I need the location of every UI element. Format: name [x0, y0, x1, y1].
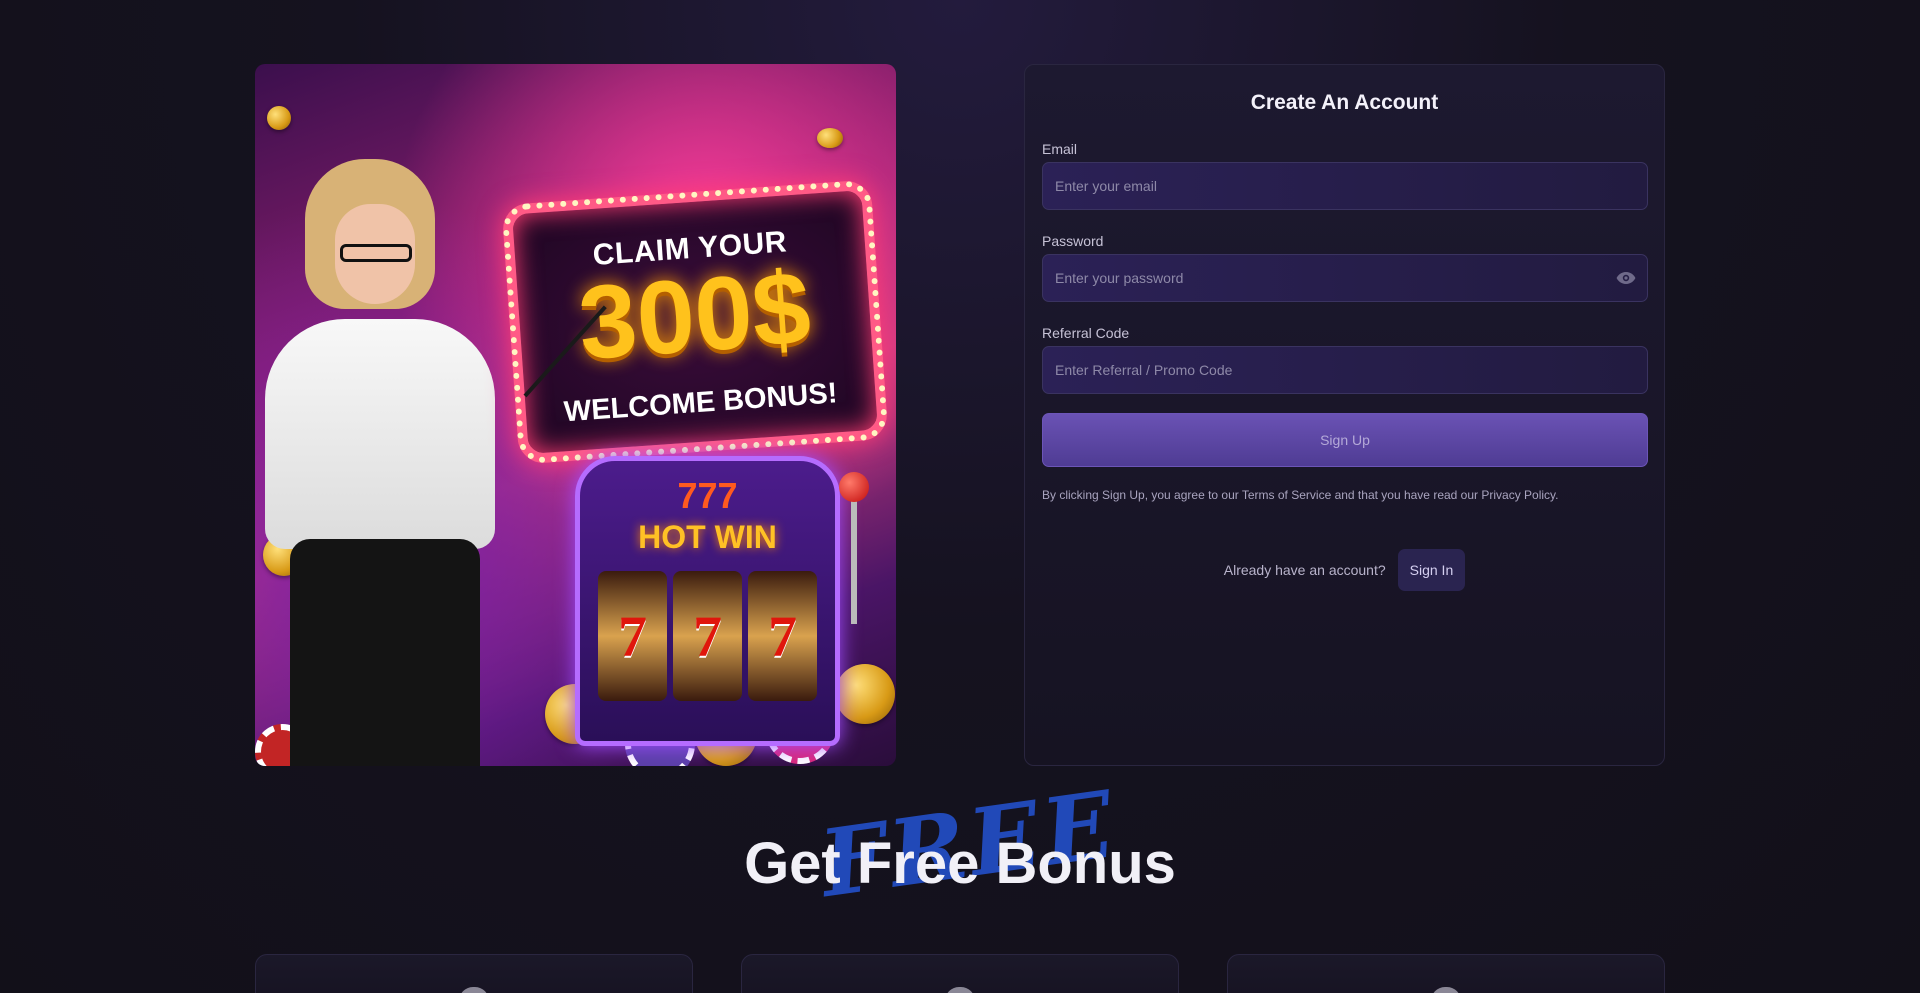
slot-top-label: 777: [677, 475, 738, 516]
password-label: Password: [1042, 233, 1104, 249]
promo-banner: CLAIM YOUR 300$ WELCOME BONUS! 777 HOT W…: [255, 64, 896, 766]
slot-reels: 7 7 7: [598, 571, 817, 701]
signin-button[interactable]: Sign In: [1397, 549, 1466, 591]
page: CLAIM YOUR 300$ WELCOME BONUS! 777 HOT W…: [0, 0, 1920, 993]
bonus-marquee: CLAIM YOUR 300$ WELCOME BONUS!: [501, 179, 889, 465]
signin-row: Already have an account? Sign In: [1025, 549, 1664, 591]
hostess-illustration: [265, 159, 495, 766]
free-bonus-title: Get Free Bonus: [744, 831, 1176, 896]
slot-reel: 7: [673, 571, 742, 701]
coin-decoration: [817, 128, 843, 148]
slot-reel: 7: [748, 571, 817, 701]
glasses-icon: [340, 244, 412, 262]
password-field[interactable]: [1042, 254, 1648, 302]
coin-decoration: [267, 106, 291, 130]
referral-label: Referral Code: [1042, 325, 1130, 341]
have-account-text: Already have an account?: [1223, 562, 1386, 578]
coin-decoration: [835, 664, 895, 724]
signup-button[interactable]: Sign Up: [1042, 413, 1648, 467]
slot-lever: [851, 484, 857, 624]
bonus-card[interactable]: [1227, 954, 1665, 993]
bonus-card[interactable]: [741, 954, 1179, 993]
slot-title: HOT WIN: [638, 519, 777, 555]
terms-text: By clicking Sign Up, you agree to our Te…: [1042, 488, 1559, 502]
email-field[interactable]: [1042, 162, 1648, 210]
bonus-card[interactable]: [255, 954, 693, 993]
referral-code-field[interactable]: [1042, 346, 1648, 394]
email-label: Email: [1042, 141, 1078, 157]
free-bonus-section: FREE Get Free Bonus: [0, 770, 1920, 930]
eye-icon[interactable]: [1616, 268, 1636, 288]
slot-machine-illustration: 777 HOT WIN 7 7 7: [575, 456, 840, 746]
slot-reel: 7: [598, 571, 667, 701]
signup-card: Create An Account Email Password Referra…: [1024, 64, 1665, 766]
signup-title: Create An Account: [1250, 91, 1439, 114]
slot-lever-knob: [839, 472, 869, 502]
